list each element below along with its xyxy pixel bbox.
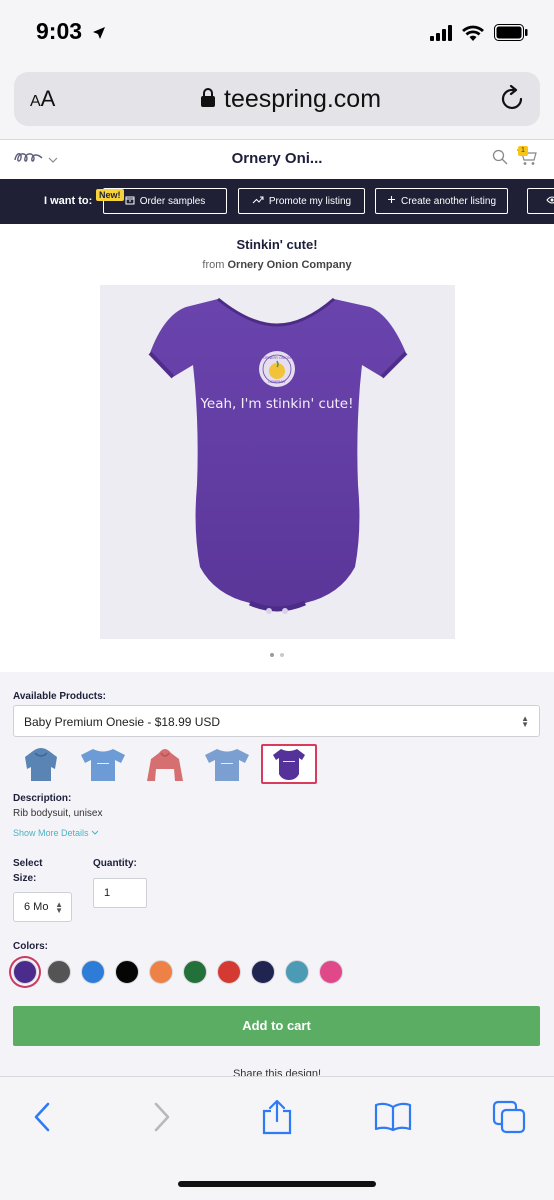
quantity-input[interactable]: 1 bbox=[93, 878, 147, 908]
show-more-details-link[interactable]: Show More Details bbox=[13, 828, 99, 838]
thumbnail-onesie-purple[interactable] bbox=[261, 744, 317, 784]
thumbnail-tshirt-light-blue[interactable] bbox=[75, 744, 131, 784]
status-time: 9:03 bbox=[36, 18, 106, 46]
thumbnail-hoodie-red[interactable] bbox=[137, 744, 193, 784]
seal-text-bottom: COMPANY bbox=[268, 380, 286, 384]
cart-count-badge: 1 bbox=[518, 146, 528, 156]
carousel-dot[interactable] bbox=[270, 653, 274, 657]
address-bar[interactable]: AA teespring.com bbox=[14, 72, 540, 126]
quantity-label: Quantity: bbox=[93, 858, 137, 869]
search-icon[interactable] bbox=[492, 149, 508, 170]
chevron-left-icon bbox=[32, 1102, 52, 1137]
from-prefix: from bbox=[202, 259, 225, 271]
color-swatch[interactable] bbox=[149, 960, 173, 984]
promote-listing-label: Promote my listing bbox=[268, 195, 352, 207]
home-indicator bbox=[178, 1181, 376, 1187]
colors-label: Colors: bbox=[13, 941, 48, 952]
add-to-cart-button[interactable]: Add to cart bbox=[13, 1006, 540, 1046]
eye-icon bbox=[546, 196, 554, 207]
bookmarks-button[interactable] bbox=[369, 1099, 417, 1139]
color-swatch[interactable] bbox=[81, 960, 105, 984]
show-more-label: Show More Details bbox=[13, 828, 89, 838]
thumbnail-hoodie-blue[interactable] bbox=[13, 744, 69, 784]
share-icon bbox=[261, 1099, 293, 1140]
chevron-right-icon bbox=[152, 1102, 172, 1137]
site-header: Ornery Oni... 1 bbox=[0, 140, 554, 180]
size-select-value: 6 Mo bbox=[24, 901, 49, 913]
color-swatch[interactable] bbox=[115, 960, 139, 984]
trending-up-icon bbox=[252, 196, 264, 207]
aa-large-label: A bbox=[40, 86, 56, 111]
clock-text: 9:03 bbox=[36, 18, 83, 44]
location-arrow-icon bbox=[92, 19, 106, 46]
cart-button[interactable]: 1 bbox=[516, 146, 538, 171]
reader-options-button[interactable]: AA bbox=[30, 86, 55, 112]
thumbnail-tshirt-blue[interactable] bbox=[199, 744, 255, 784]
new-badge: New! bbox=[96, 189, 124, 201]
url-display[interactable]: teespring.com bbox=[200, 85, 381, 114]
color-swatch[interactable] bbox=[217, 960, 241, 984]
color-swatch[interactable] bbox=[47, 960, 71, 984]
onesie-illustration: ORNERY ONION COMPANY Yeah, I'm stinkin' … bbox=[148, 297, 408, 614]
cellular-signal-icon bbox=[430, 24, 452, 46]
wifi-icon bbox=[462, 25, 484, 46]
url-text: teespring.com bbox=[224, 85, 382, 113]
reload-icon[interactable] bbox=[500, 84, 526, 118]
battery-icon bbox=[494, 24, 528, 46]
order-samples-label: Order samples bbox=[139, 195, 206, 207]
product-store-line: from Ornery Onion Company bbox=[0, 259, 554, 271]
color-swatch[interactable] bbox=[183, 960, 207, 984]
create-listing-label: Create another listing bbox=[400, 195, 497, 207]
chevron-down-icon bbox=[91, 828, 99, 838]
quantity-value: 1 bbox=[104, 887, 111, 899]
color-swatch[interactable] bbox=[13, 960, 37, 984]
available-products-label: Available Products: bbox=[13, 691, 106, 702]
forward-button[interactable] bbox=[138, 1099, 186, 1139]
promote-listing-button[interactable]: Promote my listing bbox=[238, 188, 365, 214]
color-swatch[interactable] bbox=[319, 960, 343, 984]
share-button[interactable] bbox=[253, 1099, 301, 1139]
owner-toolbar-label: I want to: bbox=[44, 195, 93, 207]
status-bar: 9:03 bbox=[0, 0, 554, 68]
color-swatch[interactable] bbox=[251, 960, 275, 984]
product-image[interactable]: ORNERY ONION COMPANY Yeah, I'm stinkin' … bbox=[100, 285, 455, 639]
lock-icon bbox=[200, 85, 216, 114]
status-icons bbox=[430, 24, 528, 46]
product-thumbnails bbox=[13, 744, 317, 784]
select-size-label-line2: Size: bbox=[13, 873, 37, 884]
store-title: Ornery Oni... bbox=[231, 150, 323, 167]
tabs-icon bbox=[492, 1100, 526, 1139]
back-button[interactable] bbox=[18, 1099, 66, 1139]
store-link[interactable]: Ornery Onion Company bbox=[227, 259, 351, 271]
book-icon bbox=[374, 1102, 412, 1137]
browser-toolbar: AA teespring.com bbox=[0, 68, 554, 140]
select-size-label-line1: Select bbox=[13, 858, 43, 869]
size-select[interactable]: 6 Mo ▲ ▼ bbox=[13, 892, 72, 922]
product-select-value: Baby Premium Onesie - $18.99 USD bbox=[24, 715, 221, 729]
owner-toolbar: I want to: Order samples Promote my list… bbox=[0, 179, 554, 224]
aa-small-label: A bbox=[30, 93, 41, 110]
box-icon bbox=[125, 195, 135, 208]
description-label: Description: bbox=[13, 793, 72, 804]
product-select[interactable]: Baby Premium Onesie - $18.99 USD ▲ ▼ bbox=[13, 705, 540, 737]
description-text: Rib bodysuit, unisex bbox=[13, 808, 103, 819]
select-arrows-icon: ▲ ▼ bbox=[55, 900, 63, 915]
color-swatch[interactable] bbox=[285, 960, 309, 984]
seal-text-top: ORNERY ONION bbox=[263, 356, 291, 360]
tabs-button[interactable] bbox=[485, 1099, 533, 1139]
color-swatches bbox=[13, 960, 343, 984]
carousel-dot[interactable] bbox=[280, 653, 284, 657]
header-icons: 1 bbox=[492, 146, 538, 171]
plus-icon bbox=[387, 195, 396, 207]
shirt-slogan-text: Yeah, I'm stinkin' cute! bbox=[199, 396, 353, 412]
preview-button[interactable] bbox=[527, 188, 554, 214]
image-carousel-dots bbox=[0, 653, 554, 657]
create-listing-button[interactable]: Create another listing bbox=[375, 188, 508, 214]
product-title: Stinkin' cute! bbox=[236, 237, 318, 252]
select-arrows-icon: ▲ ▼ bbox=[521, 714, 529, 729]
